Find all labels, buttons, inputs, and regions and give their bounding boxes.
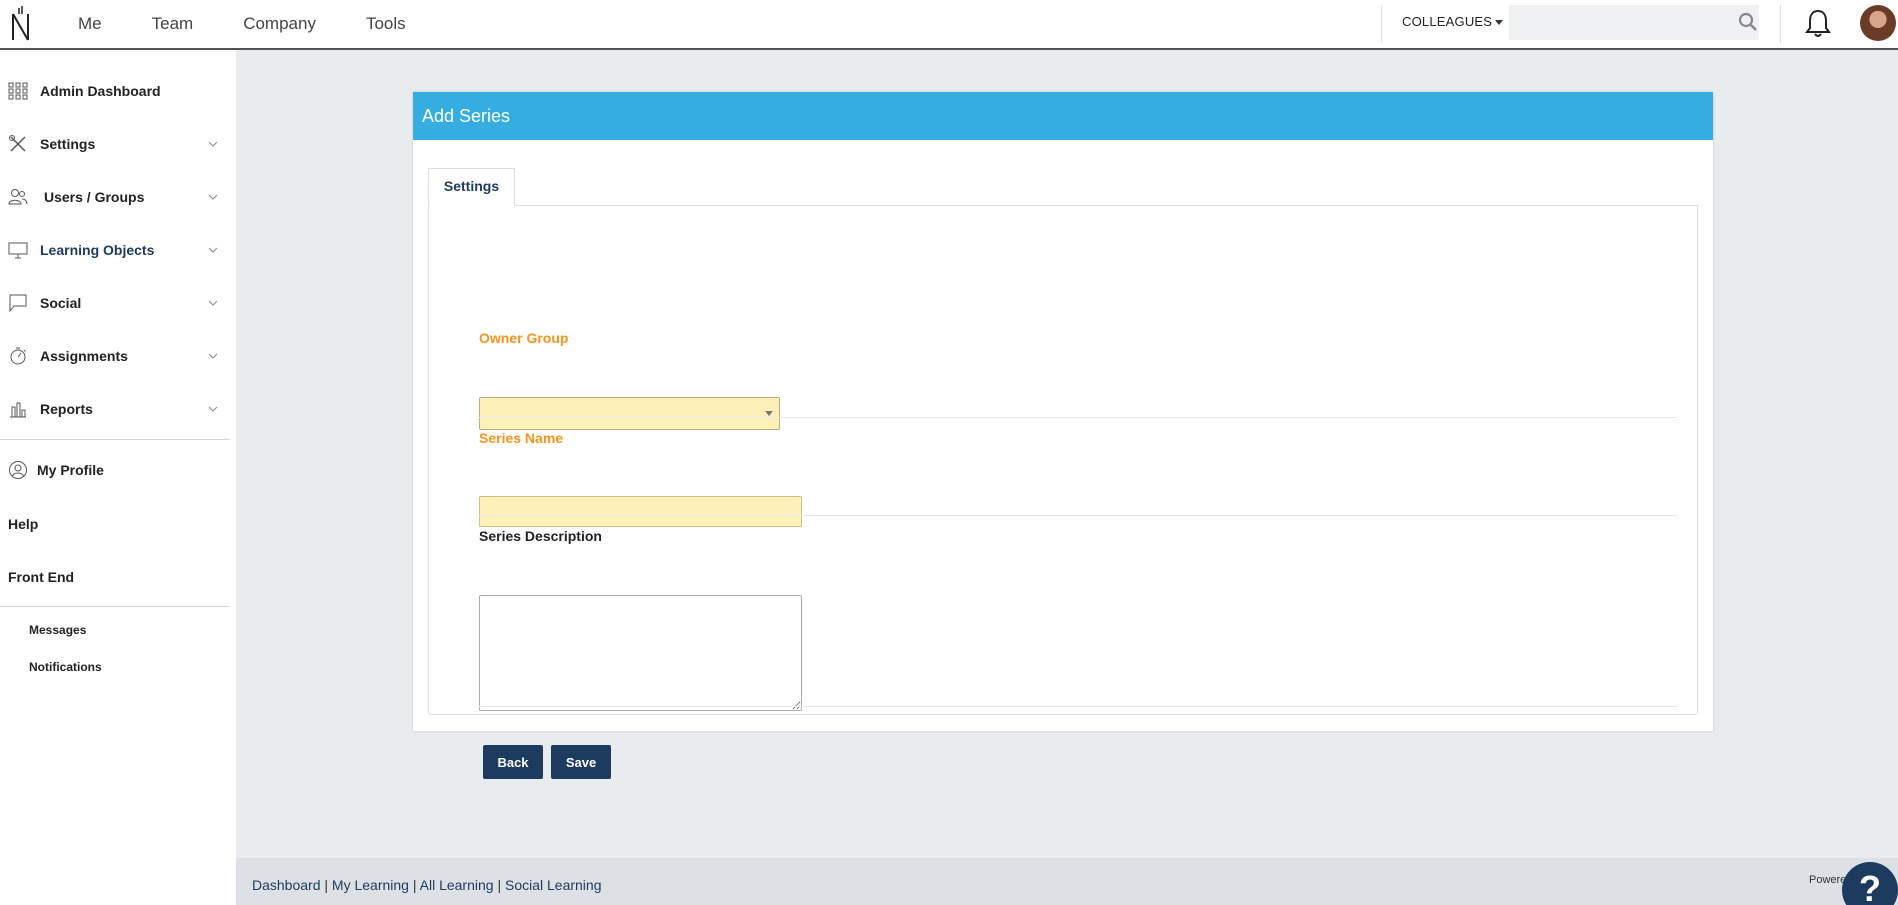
sidebar: Admin Dashboard Settings Users / Groups … bbox=[0, 50, 236, 905]
app-logo-icon[interactable] bbox=[10, 6, 32, 42]
save-button[interactable]: Save bbox=[551, 745, 611, 779]
caret-down-icon bbox=[765, 411, 773, 416]
user-circle-icon bbox=[9, 461, 27, 479]
sidebar-item-assignments[interactable]: Assignments bbox=[0, 336, 230, 376]
owner-group-select[interactable] bbox=[479, 397, 780, 430]
sidebar-item-admin-dashboard[interactable]: Admin Dashboard bbox=[0, 71, 230, 111]
footer-link-all-learning[interactable]: All Learning bbox=[420, 877, 494, 893]
divider bbox=[1780, 5, 1781, 43]
series-description-label: Series Description bbox=[479, 528, 602, 544]
colleagues-label: COLLEAGUES bbox=[1402, 14, 1493, 29]
bar-chart-icon bbox=[10, 402, 26, 418]
caret-down-icon bbox=[1495, 20, 1504, 26]
chevron-down-icon bbox=[208, 406, 218, 412]
tools-icon bbox=[9, 135, 26, 152]
stopwatch-icon bbox=[10, 347, 26, 365]
footer-link-dashboard[interactable]: Dashboard bbox=[252, 877, 321, 893]
sidebar-divider bbox=[0, 439, 230, 440]
grid-icon bbox=[8, 82, 28, 100]
chevron-down-icon bbox=[208, 353, 218, 359]
chevron-down-icon bbox=[208, 247, 218, 253]
sidebar-divider bbox=[0, 606, 230, 607]
sidebar-item-label: Learning Objects bbox=[40, 242, 155, 258]
footer-link-social-learning[interactable]: Social Learning bbox=[505, 877, 602, 893]
sidebar-item-reports[interactable]: Reports bbox=[0, 389, 230, 429]
top-bar: Me Team Company Tools COLLEAGUES bbox=[0, 0, 1898, 50]
sidebar-item-label: Assignments bbox=[40, 348, 128, 364]
sidebar-item-notifications[interactable]: Notifications bbox=[29, 660, 102, 674]
search-input[interactable] bbox=[1509, 5, 1759, 40]
footer-link-my-learning[interactable]: My Learning bbox=[332, 877, 409, 893]
sidebar-item-users-groups[interactable]: Users / Groups bbox=[0, 177, 230, 217]
chevron-down-icon bbox=[208, 141, 218, 147]
sidebar-item-settings[interactable]: Settings bbox=[0, 124, 230, 164]
add-series-panel: Add Series Settings Owner Group Series N… bbox=[413, 92, 1713, 779]
field-separator bbox=[479, 706, 1677, 707]
nav-company[interactable]: Company bbox=[243, 14, 316, 34]
field-separator bbox=[479, 515, 1677, 516]
sidebar-item-label: Reports bbox=[40, 401, 93, 417]
colleagues-dropdown[interactable]: COLLEAGUES bbox=[1402, 14, 1504, 29]
sidebar-item-front-end[interactable]: Front End bbox=[8, 569, 74, 585]
top-nav: Me Team Company Tools bbox=[78, 0, 456, 48]
back-button[interactable]: Back bbox=[483, 745, 543, 779]
series-description-textarea[interactable] bbox=[479, 595, 802, 711]
tab-content: Owner Group Series Name Series Descripti… bbox=[428, 205, 1698, 779]
chat-icon bbox=[9, 294, 27, 313]
sidebar-item-label: My Profile bbox=[37, 462, 104, 478]
page-title: Add Series bbox=[422, 106, 511, 126]
field-separator bbox=[479, 417, 1677, 418]
sidebar-item-label: Settings bbox=[40, 136, 96, 152]
owner-group-label: Owner Group bbox=[479, 330, 569, 346]
footer: Dashboard | My Learning | All Learning |… bbox=[236, 858, 1898, 905]
sidebar-item-messages[interactable]: Messages bbox=[29, 623, 86, 637]
search-icon[interactable] bbox=[1738, 12, 1758, 32]
powered-by-text: Powere bbox=[1809, 874, 1847, 886]
nav-team[interactable]: Team bbox=[152, 14, 194, 34]
nav-me[interactable]: Me bbox=[78, 14, 102, 34]
tab-settings[interactable]: Settings bbox=[428, 168, 515, 206]
sidebar-item-label: Social bbox=[40, 295, 82, 311]
sidebar-item-label: Users / Groups bbox=[44, 189, 145, 205]
sidebar-item-learning-objects[interactable]: Learning Objects bbox=[0, 230, 230, 270]
chevron-down-icon bbox=[208, 194, 218, 200]
series-name-input[interactable] bbox=[479, 496, 802, 527]
bell-icon[interactable] bbox=[1804, 8, 1832, 38]
nav-tools[interactable]: Tools bbox=[366, 14, 406, 34]
users-icon bbox=[8, 189, 28, 205]
series-name-label: Series Name bbox=[479, 430, 564, 446]
chevron-down-icon bbox=[208, 300, 218, 306]
sidebar-item-my-profile[interactable]: My Profile bbox=[0, 450, 230, 490]
sidebar-item-help[interactable]: Help bbox=[8, 516, 38, 532]
avatar[interactable] bbox=[1860, 5, 1896, 41]
monitor-icon bbox=[8, 242, 28, 259]
footer-links: Dashboard | My Learning | All Learning |… bbox=[252, 877, 602, 893]
sidebar-item-social[interactable]: Social bbox=[0, 283, 230, 323]
sidebar-item-label: Admin Dashboard bbox=[40, 83, 161, 99]
divider bbox=[1381, 5, 1382, 43]
panel-header: Add Series bbox=[413, 92, 1713, 140]
